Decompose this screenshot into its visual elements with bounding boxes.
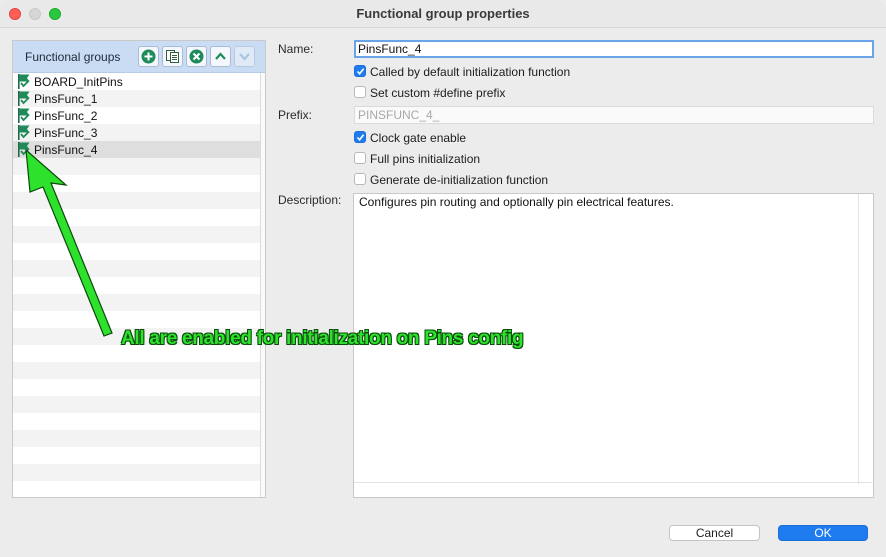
empty-list-row [13,396,261,413]
move-up-button[interactable] [210,46,231,67]
description-text: Configures pin routing and optionally pi… [359,195,674,209]
empty-list-row [13,464,261,481]
ok-button[interactable]: OK [778,525,868,541]
green-flag-check-icon [18,91,30,106]
empty-list-row [13,226,261,243]
called-by-default-checkbox[interactable] [354,65,366,77]
list-item[interactable]: PinsFunc_3 [13,124,261,141]
title-bar: Functional group properties [0,0,886,28]
green-flag-check-icon [18,142,30,157]
list-item-label: PinsFunc_2 [34,109,98,123]
list-item[interactable]: PinsFunc_1 [13,90,261,107]
custom-prefix-checkbox[interactable] [354,86,366,98]
custom-prefix-label: Set custom #define prefix [370,86,506,100]
clock-gate-label: Clock gate enable [370,131,467,145]
description-label: Description: [278,193,342,207]
full-pins-checkbox[interactable] [354,152,366,164]
empty-list-row [13,413,261,430]
remove-group-button[interactable] [186,46,207,67]
annotation-text: All are enabled for initialization on Pi… [121,328,524,349]
remove-icon [189,49,204,64]
copy-group-button[interactable] [162,46,183,67]
empty-list-row [13,209,261,226]
empty-list-row [13,192,261,209]
move-down-icon [239,53,250,61]
list-item-label: BOARD_InitPins [34,75,123,89]
add-icon [141,49,156,64]
dialog-window: Functional group properties Functional g… [0,0,886,557]
called-by-default-label: Called by default initialization functio… [370,65,571,79]
green-flag-check-icon [18,125,30,140]
move-up-icon [215,52,226,60]
clock-gate-checkbox[interactable] [354,131,366,143]
list-item[interactable]: PinsFunc_4 [13,141,261,158]
functional-groups-title: Functional groups [25,50,121,64]
empty-list-row [13,277,261,294]
functional-groups-header: Functional groups [13,41,265,73]
description-divider [354,482,874,483]
empty-list-row [13,158,261,175]
copy-icon [166,50,179,63]
prefix-label: Prefix: [278,108,313,122]
list-scrollbar[interactable] [260,73,265,497]
empty-list-row [13,362,261,379]
empty-list-row [13,481,261,497]
green-flag-check-icon [18,74,30,89]
empty-list-row [13,294,261,311]
add-group-button[interactable] [138,46,159,67]
empty-list-row [13,175,261,192]
checkmark-icon [356,68,365,76]
list-item-label: PinsFunc_3 [34,126,98,140]
move-down-button[interactable] [234,46,255,67]
cancel-button[interactable]: Cancel [669,525,760,541]
window-title: Functional group properties [356,6,530,21]
functional-groups-panel: Functional groups BOARD_InitPins PinsFun… [12,40,266,498]
list-item-label: PinsFunc_1 [34,92,98,106]
empty-list-row [13,243,261,260]
list-item-label: PinsFunc_4 [34,143,98,157]
empty-list-row [13,430,261,447]
deinit-checkbox[interactable] [354,173,366,185]
list-item[interactable]: PinsFunc_2 [13,107,261,124]
full-pins-label: Full pins initialization [370,152,481,166]
empty-list-row [13,379,261,396]
empty-list-row [13,447,261,464]
name-input[interactable]: PinsFunc_4 [354,40,874,58]
green-flag-check-icon [18,108,30,123]
name-label: Name: [278,42,314,56]
checkmark-icon [356,134,365,142]
description-scrollbar[interactable] [858,194,859,484]
empty-list-row [13,311,261,328]
deinit-label: Generate de-initialization function [370,173,549,187]
functional-groups-list: BOARD_InitPins PinsFunc_1 PinsFunc_2 PinsFu… [13,73,261,497]
prefix-input[interactable]: PINSFUNC_4_ [354,106,874,124]
empty-list-row [13,260,261,277]
list-item[interactable]: BOARD_InitPins [13,73,261,90]
